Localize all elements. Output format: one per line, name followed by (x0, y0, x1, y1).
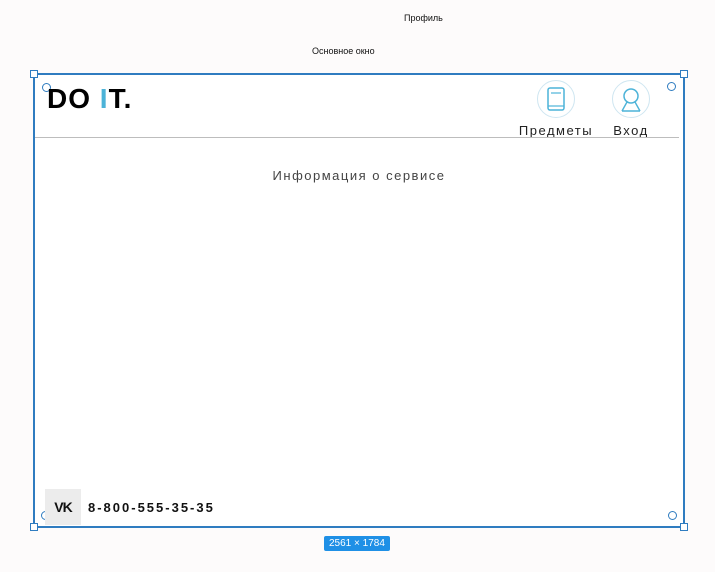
nav-login-button[interactable]: Вход (605, 80, 657, 138)
nav-login-label: Вход (613, 123, 649, 138)
nav-subjects-label: Предметы (518, 123, 594, 138)
resize-handle-top-right[interactable] (680, 70, 688, 78)
artboard-label-main[interactable]: Основное окно (312, 46, 375, 56)
resize-handle-top-left[interactable] (30, 70, 38, 78)
resize-handle-bottom-left[interactable] (30, 523, 38, 531)
radius-handle-bottom-right[interactable] (668, 511, 677, 520)
book-icon (537, 80, 575, 118)
logo-text-part1: DO (47, 83, 100, 114)
resize-handle-bottom-right[interactable] (680, 523, 688, 531)
service-info-link[interactable]: Информация о сервисе (35, 168, 683, 183)
artboard-label-profile[interactable]: Профиль (404, 13, 443, 23)
artboard-size-badge: 2561 × 1784 (324, 536, 390, 551)
logo-text-part2: T. (108, 83, 133, 114)
radius-handle-top-right[interactable] (667, 82, 676, 91)
nav-subjects-button[interactable]: Предметы (515, 80, 597, 138)
user-icon (612, 80, 650, 118)
main-window-artboard[interactable]: DO IT. Предметы Вход Информация о сервис… (30, 70, 688, 531)
logo-accent-letter: I (99, 83, 109, 114)
logo[interactable]: DO IT. (47, 83, 132, 115)
vk-icon-label: VK (54, 499, 72, 515)
vk-icon[interactable]: VK (45, 489, 81, 525)
header-divider (35, 137, 679, 138)
phone-number: 8-800-555-35-35 (88, 500, 215, 515)
